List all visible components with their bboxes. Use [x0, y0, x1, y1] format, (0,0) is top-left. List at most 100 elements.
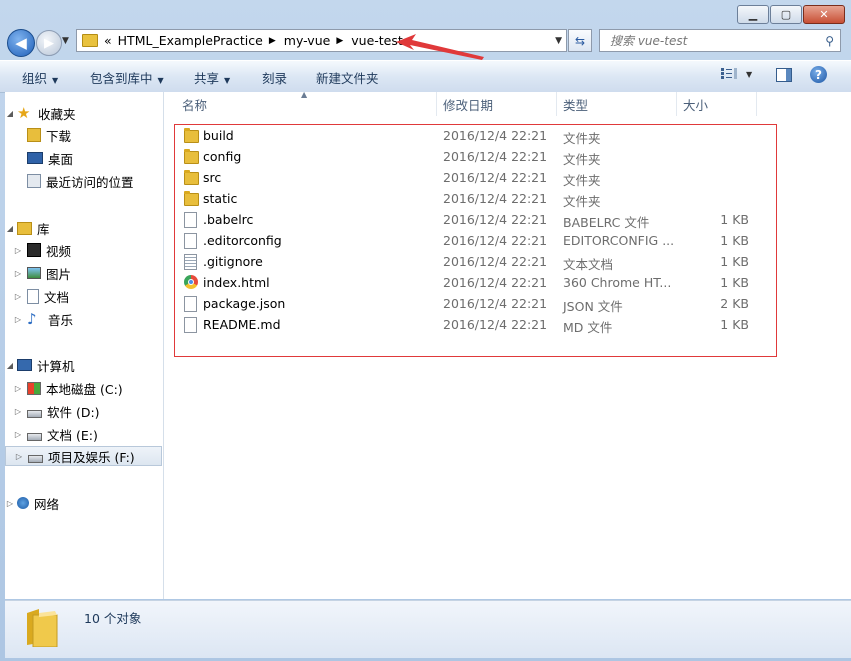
hard-drive-icon — [27, 410, 42, 418]
column-header-date[interactable]: 修改日期 — [437, 92, 557, 116]
sidebar-item-drive-f[interactable]: ▷ 项目及娱乐 (F:) — [5, 446, 162, 466]
column-header-size[interactable]: 大小 — [677, 92, 757, 116]
expand-icon[interactable]: ▷ — [13, 384, 23, 393]
preview-pane-icon[interactable] — [776, 68, 792, 82]
search-icon[interactable]: ⚲ — [825, 34, 834, 48]
expand-icon[interactable]: ▷ — [13, 246, 23, 255]
sidebar-item-pictures[interactable]: ▷ 图片 — [5, 263, 163, 283]
sidebar-item-computer[interactable]: ◢ 计算机 — [5, 355, 163, 375]
sidebar-item-label: 图片 — [46, 266, 72, 282]
video-icon — [27, 243, 41, 257]
sidebar-item-label: 视频 — [46, 243, 72, 259]
sidebar-item-label: 音乐 — [48, 312, 74, 328]
details-pane: 10 个对象 — [5, 600, 851, 658]
sidebar-item-label: 下载 — [46, 128, 72, 144]
recent-places-icon — [27, 174, 41, 188]
column-label: 名称 — [182, 97, 208, 113]
library-icon — [17, 221, 32, 235]
red-arrow-annotation-icon — [396, 34, 484, 60]
music-icon: ♪ — [27, 310, 37, 328]
sidebar-item-libraries[interactable]: ◢ 库 — [5, 218, 163, 238]
sidebar-item-videos[interactable]: ▷ 视频 — [5, 240, 163, 260]
refresh-icon: ⇆ — [574, 33, 586, 48]
sidebar-item-label: 项目及娱乐 (F:) — [48, 449, 135, 465]
breadcrumb-html-examplepractice[interactable]: HTML_ExamplePractice — [118, 33, 263, 48]
sidebar-item-drive-e[interactable]: ▷ 文档 (E:) — [5, 424, 163, 444]
folder-icon — [27, 609, 58, 647]
hard-drive-icon — [27, 433, 42, 441]
help-button[interactable]: ? — [810, 66, 827, 83]
sidebar-item-label: 本地磁盘 (C:) — [46, 381, 123, 397]
maximize-button[interactable]: ▢ — [770, 5, 802, 24]
expand-icon[interactable]: ▷ — [13, 315, 23, 324]
sidebar-item-drive-d[interactable]: ▷ 软件 (D:) — [5, 401, 163, 421]
expand-icon[interactable]: ▷ — [13, 269, 23, 278]
sidebar-item-documents[interactable]: ▷ 文档 — [5, 286, 163, 306]
sidebar-item-music[interactable]: ▷ ♪ 音乐 — [5, 309, 163, 329]
breadcrumb-my-vue[interactable]: my-vue — [284, 33, 331, 48]
sidebar-item-label: 最近访问的位置 — [46, 174, 134, 190]
recent-pages-dropdown[interactable]: ▼ — [62, 36, 69, 46]
arrow-right-icon: ▶ — [44, 35, 54, 51]
search-input[interactable] — [608, 32, 812, 49]
sidebar-item-desktop[interactable]: 桌面 — [5, 148, 163, 168]
organize-menu[interactable]: 组织 ▼ — [22, 68, 58, 87]
breadcrumb-separator-icon[interactable]: ▶ — [336, 36, 343, 46]
sidebar-item-downloads[interactable]: 下载 — [5, 125, 163, 145]
computer-icon — [17, 359, 32, 371]
expand-icon[interactable]: ▷ — [13, 430, 23, 439]
sort-ascending-icon: ▲ — [301, 90, 308, 99]
expand-icon[interactable]: ▷ — [5, 499, 15, 508]
expand-icon[interactable]: ▷ — [13, 407, 23, 416]
sidebar-item-label: 文档 (E:) — [47, 427, 98, 443]
sidebar-item-network[interactable]: ▷ 网络 — [5, 493, 163, 513]
column-header-name[interactable]: 名称 ▲ — [164, 90, 437, 116]
sidebar-item-drive-c[interactable]: ▷ 本地磁盘 (C:) — [5, 378, 163, 398]
sidebar-item-label: 桌面 — [48, 151, 74, 167]
sidebar-item-favorites[interactable]: ◢ ★ 收藏夹 — [5, 103, 163, 123]
expand-icon[interactable]: ▷ — [14, 452, 24, 461]
collapse-icon[interactable]: ◢ — [5, 224, 15, 233]
include-in-library-menu[interactable]: 包含到库中 ▼ — [90, 68, 164, 87]
collapse-icon[interactable]: ◢ — [5, 361, 15, 370]
sidebar-item-label: 文档 — [44, 289, 70, 305]
view-options-icon[interactable] — [721, 68, 739, 80]
minimize-button[interactable]: ▁ — [737, 5, 769, 24]
column-label: 大小 — [683, 97, 709, 113]
star-icon: ★ — [17, 104, 31, 122]
collapse-icon[interactable]: ◢ — [5, 109, 15, 118]
expand-icon[interactable]: ▷ — [13, 292, 23, 301]
view-options-dropdown[interactable]: ▼ — [746, 70, 752, 79]
forward-button[interactable]: ▶ — [36, 30, 62, 56]
share-menu[interactable]: 共享 ▼ — [194, 68, 230, 87]
back-button[interactable]: ◀ — [7, 29, 35, 57]
arrow-left-icon: ◀ — [15, 34, 27, 52]
folder-icon — [82, 34, 98, 47]
navigation-pane: ◢ ★ 收藏夹 下载 桌面 最近访问的位置 ◢ 库 ▷ 视频 ▷ 图片 ▷ 文档… — [5, 92, 164, 599]
sidebar-item-label: 库 — [37, 221, 50, 237]
pictures-icon — [27, 267, 41, 279]
sidebar-item-label: 网络 — [34, 496, 60, 512]
column-label: 修改日期 — [443, 97, 494, 113]
hard-drive-icon — [28, 455, 43, 463]
close-button[interactable]: ✕ — [803, 5, 845, 24]
breadcrumb-overflow[interactable]: « — [104, 33, 112, 48]
new-folder-button[interactable]: 新建文件夹 — [316, 68, 379, 87]
address-bar[interactable]: « HTML_ExamplePractice ▶ my-vue ▶ vue-te… — [76, 29, 567, 52]
column-header-type[interactable]: 类型 — [557, 92, 677, 116]
sidebar-item-recent-places[interactable]: 最近访问的位置 — [5, 171, 163, 191]
sidebar-item-label: 计算机 — [37, 358, 75, 374]
search-box[interactable]: ⚲ — [599, 29, 841, 52]
annotation-highlight-box — [174, 124, 777, 357]
desktop-icon — [27, 152, 43, 164]
item-count: 10 个对象 — [84, 611, 142, 626]
documents-icon — [27, 288, 39, 304]
sidebar-item-label: 收藏夹 — [38, 106, 76, 122]
sidebar-item-label: 软件 (D:) — [47, 404, 100, 420]
explorer-window: ▁ ▢ ✕ ◀ ▶ ▼ « HTML_ExamplePractice ▶ my-… — [0, 0, 851, 661]
refresh-button[interactable]: ⇆ — [568, 29, 592, 52]
breadcrumb-separator-icon[interactable]: ▶ — [269, 36, 276, 46]
burn-button[interactable]: 刻录 — [262, 68, 287, 87]
downloads-folder-icon — [27, 128, 41, 142]
address-history-dropdown[interactable]: ▼ — [555, 36, 562, 46]
